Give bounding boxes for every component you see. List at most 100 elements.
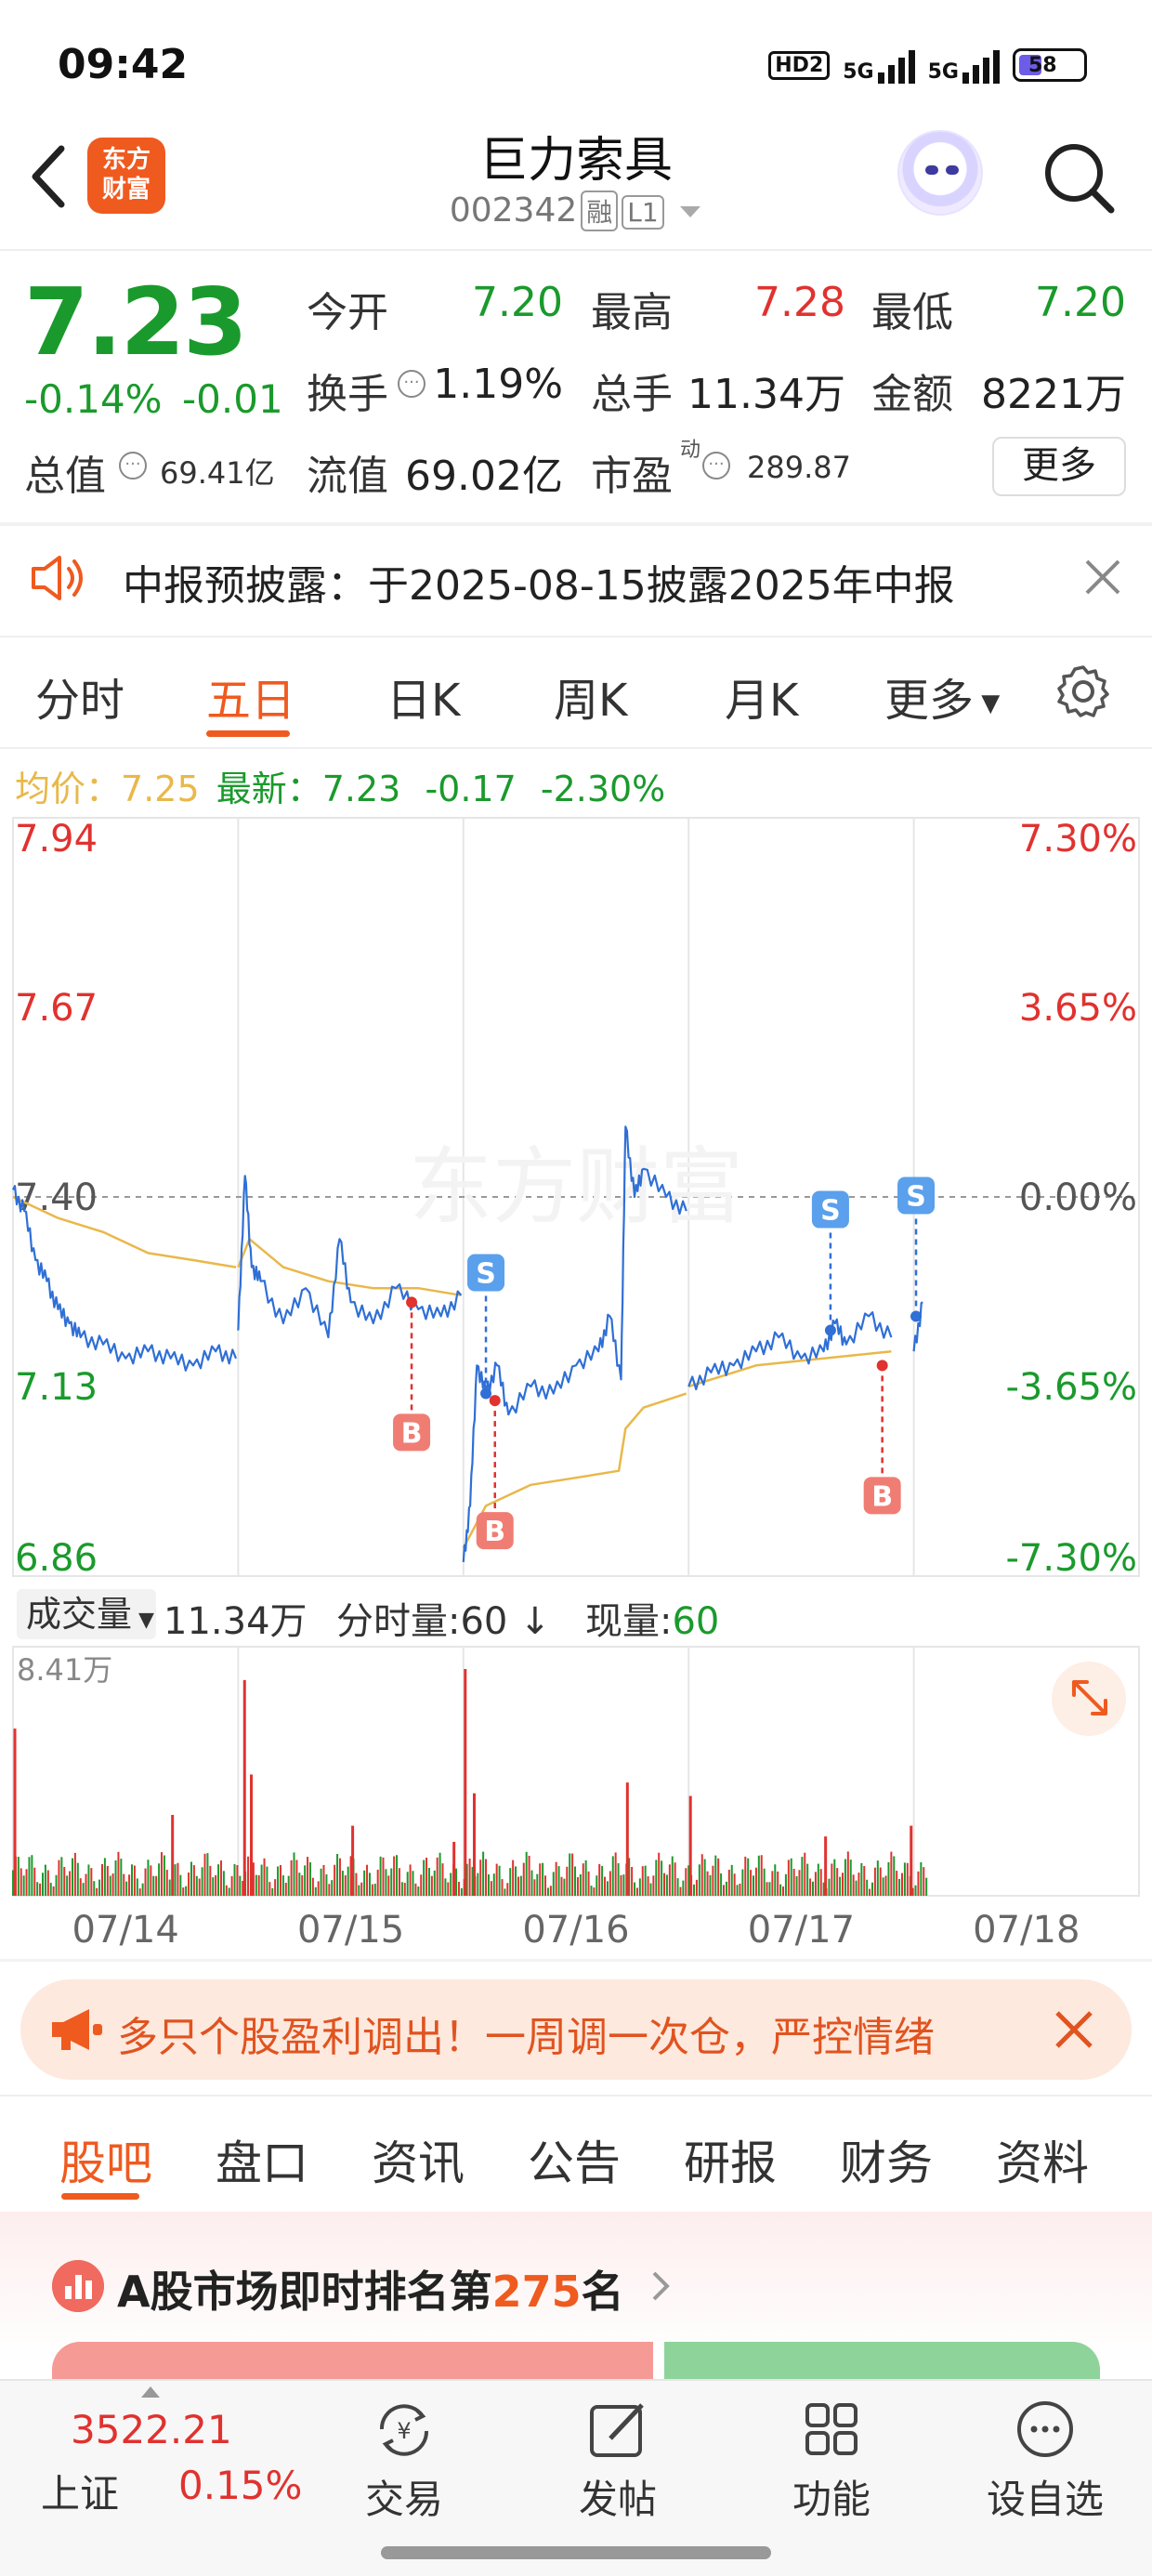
tab-news[interactable]: 资讯 [372, 2126, 465, 2193]
rank-number: 275 [491, 2267, 582, 2317]
nav-functions[interactable]: 功能 [762, 2398, 901, 2525]
price-line [912, 1301, 923, 1352]
quote-divider [0, 522, 1152, 526]
status-icons: HD2 5G 5G 58 [768, 46, 1087, 84]
index-change[interactable]: 0.15% [178, 2463, 302, 2508]
avg-price-line [687, 1349, 892, 1388]
search-icon[interactable] [1039, 138, 1117, 216]
y-tick-right: -7.30% [1005, 1537, 1137, 1580]
trade-marker-label: S [820, 1195, 841, 1228]
current-price: 7.23 [24, 268, 248, 376]
latest-percent: -2.30% [540, 769, 666, 809]
volume-value: 11.34万 [687, 371, 845, 418]
pe-dynamic-mark: 动 [680, 439, 701, 462]
tab-monthly-k[interactable]: 月K [725, 664, 798, 729]
signal-5g-icon: 5G [843, 46, 915, 84]
index-value[interactable]: 3522.21 [71, 2407, 232, 2452]
status-bar: 09:42 HD2 5G 5G 58 [0, 0, 1152, 130]
x-tick-label: 07/15 [297, 1909, 404, 1952]
rank-chart-icon [52, 2260, 104, 2312]
turnover-value: 1.19% [433, 361, 563, 408]
rank-text: A股市场即时排名第275名 [117, 2267, 624, 2317]
turnover-info-icon[interactable]: ··· [398, 370, 425, 398]
tab-more[interactable]: 更多 ▼ [884, 664, 1000, 729]
trade-yen-icon: ¥ [379, 2404, 429, 2456]
latest-change: -0.17 [425, 769, 517, 809]
header-divider [0, 249, 1152, 251]
megaphone-icon [52, 2009, 102, 2050]
ad-banner[interactable]: 多只个股盈利调出！一周调一次仓，严控情绪 [20, 1979, 1132, 2080]
level-tag: L1 [622, 195, 664, 230]
chart-divider [0, 1959, 1152, 1962]
tab-forum[interactable]: 股吧 [59, 2126, 152, 2193]
tick-volume-label[interactable]: 分时量:60 ↓ [336, 1591, 551, 1645]
change-percent: -0.14% [24, 376, 163, 422]
nav-watchlist[interactable]: 设自选 [975, 2398, 1115, 2525]
tabs-divider [0, 747, 1152, 749]
signal-5g-icon-2: 5G [928, 46, 1000, 84]
stock-code-row[interactable]: 002342 融 L1 [0, 191, 1152, 231]
pe-label: 市盈 [591, 453, 673, 500]
trade-marker-dot [489, 1395, 501, 1407]
y-tick-left: 7.40 [15, 1176, 98, 1219]
tab-intraday[interactable]: 分时 [35, 664, 124, 729]
tab-weekly-k[interactable]: 周K [554, 664, 627, 729]
latest-value: 7.23 [321, 769, 401, 809]
trade-marker-dot [406, 1296, 418, 1308]
x-tick-label: 07/16 [522, 1909, 629, 1952]
assistant-robot-avatar[interactable] [897, 130, 983, 216]
pe-info-icon[interactable]: ··· [702, 452, 730, 480]
nav-trade-label: 交易 [364, 2477, 443, 2522]
home-indicator[interactable] [381, 2546, 771, 2559]
trade-marker-dot [876, 1360, 888, 1372]
open-label: 今开 [307, 289, 388, 336]
avg-latest-line: 均价：7.25 最新：7.23 -0.17 -2.30% [15, 760, 665, 811]
more-button[interactable]: 更多 [992, 437, 1126, 496]
tab-order-book[interactable]: 盘口 [216, 2126, 308, 2193]
trade-marker-label: B [401, 1417, 423, 1450]
grid-apps-icon [805, 2403, 857, 2455]
market-cap-label: 总值 [24, 453, 106, 500]
nav-trade[interactable]: ¥ 交易 [334, 2398, 474, 2525]
tab-financials[interactable]: 财务 [840, 2126, 933, 2193]
nav-post[interactable]: 发帖 [548, 2398, 687, 2525]
trade-marker-dot [480, 1387, 492, 1400]
tab-five-day[interactable]: 五日 [206, 664, 295, 729]
chevron-right-icon [652, 2271, 670, 2301]
index-name[interactable]: 上证 [41, 2463, 119, 2519]
tab-research[interactable]: 研报 [684, 2126, 777, 2193]
active-tab-indicator [206, 730, 290, 737]
tab-profile[interactable]: 资料 [996, 2126, 1089, 2193]
more-dots-icon [1017, 2401, 1073, 2457]
gear-icon[interactable] [1055, 664, 1111, 719]
close-icon[interactable] [1081, 556, 1124, 598]
tab-announcements[interactable]: 公告 [528, 2126, 621, 2193]
y-tick-right: 7.30% [1019, 818, 1137, 861]
speaker-icon [32, 556, 83, 600]
pe-value: 289.87 [747, 450, 851, 485]
y-tick-right: 0.00% [1019, 1176, 1137, 1219]
market-cap-info-icon[interactable]: ··· [119, 452, 147, 480]
float-cap-value: 69.02亿 [405, 453, 563, 500]
amount-label: 金额 [871, 371, 953, 418]
nav-post-label: 发帖 [578, 2477, 657, 2522]
float-cap-label: 流值 [307, 453, 388, 500]
five-day-chart[interactable]: 东方财富 7.94 7.67 7.40 7.13 6.86 7.30% 3.65% 0.00% -… [0, 808, 1152, 1961]
volume-max-label: 8.41万 [17, 1652, 112, 1688]
battery-icon: 58 [1013, 48, 1087, 82]
close-icon[interactable] [1052, 2007, 1096, 2052]
ad-text: 多只个股盈利调出！一周调一次仓，严控情绪 [117, 2014, 935, 2061]
low-label: 最低 [871, 289, 953, 336]
dropdown-caret-icon [680, 206, 701, 217]
market-cap-value: 69.41亿 [160, 455, 275, 491]
nav-watchlist-label: 设自选 [986, 2477, 1104, 2522]
notice-text: 中报预披露：于2025-08-15披露2025年中报 [123, 562, 955, 610]
active-subtab-indicator [61, 2193, 139, 2200]
trade-marker-dot [910, 1310, 923, 1322]
avg-value: 7.25 [121, 769, 200, 809]
volume-indicator-select[interactable]: 成交量 ▼ [17, 1589, 156, 1639]
y-tick-left: 7.94 [15, 818, 98, 861]
svg-text:¥: ¥ [397, 2418, 411, 2444]
tab-daily-k[interactable]: 日K [386, 664, 460, 729]
trade-marker-label: S [476, 1258, 496, 1291]
